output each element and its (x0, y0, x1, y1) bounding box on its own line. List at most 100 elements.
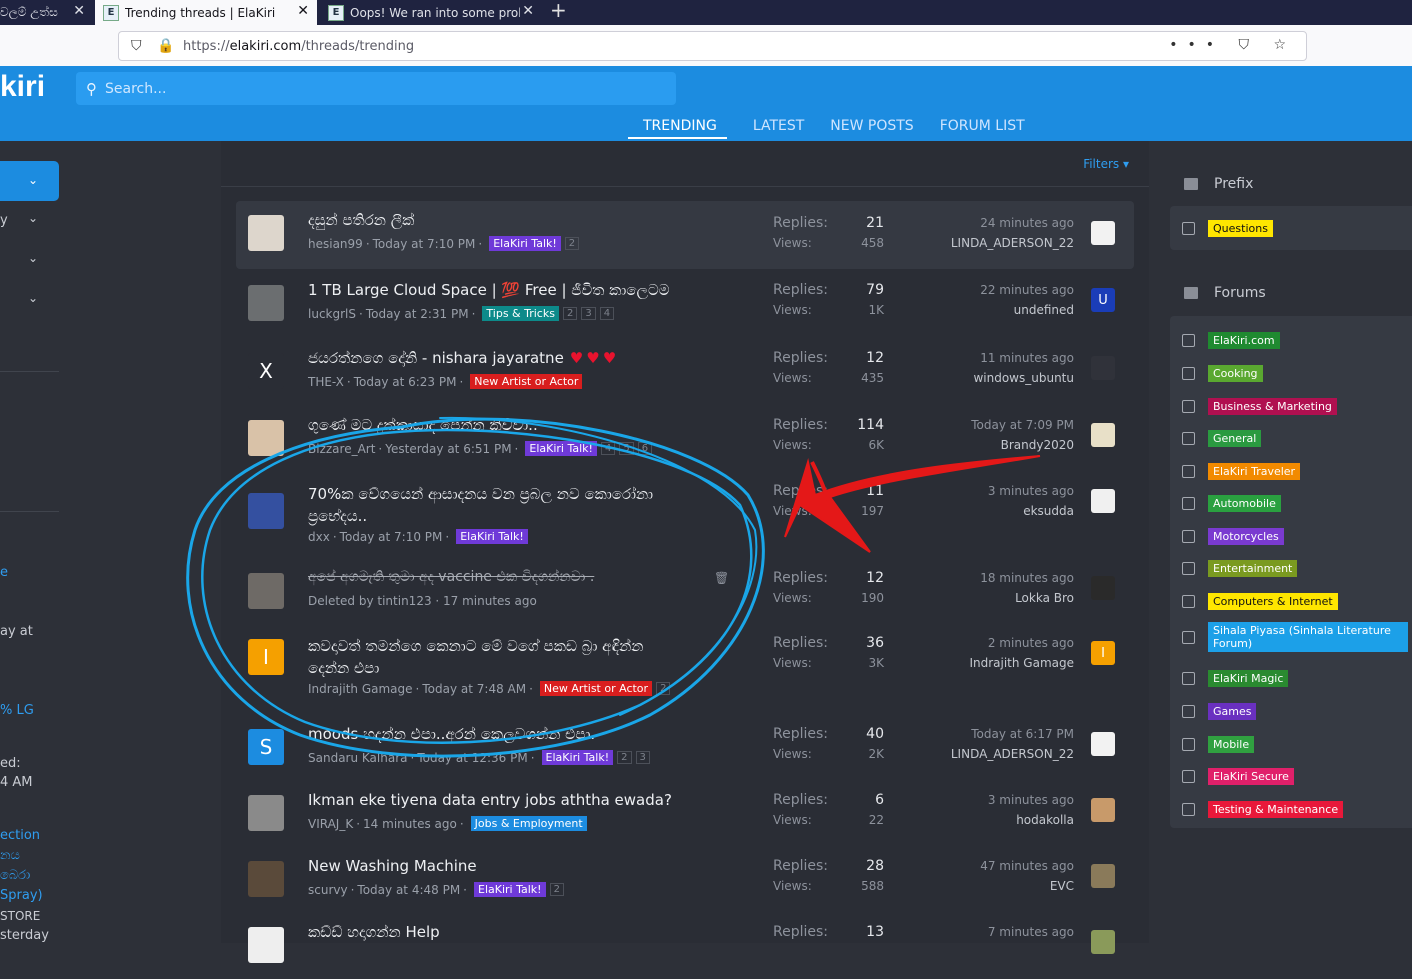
forum-filter-item[interactable]: ElaKiri.com (1182, 332, 1280, 349)
thread-prefix-label[interactable]: Jobs & Employment (470, 816, 587, 831)
sidebar-active-item[interactable]: ⌄ (0, 161, 59, 201)
browser-tab-3[interactable]: E Oops! We ran into some proble ✕ (320, 0, 542, 25)
checkbox[interactable] (1182, 672, 1195, 685)
thread-title[interactable]: moods හදන්න එපා..අරන් කෙලවගන්න එපා. (308, 725, 595, 743)
site-logo[interactable]: kiri (0, 70, 45, 104)
checkbox[interactable] (1182, 497, 1195, 510)
close-icon[interactable]: ✕ (297, 3, 309, 19)
checkbox[interactable] (1182, 562, 1195, 575)
last-post-time[interactable]: 2 minutes ago (936, 636, 1074, 650)
last-post-time[interactable]: Today at 6:17 PM (936, 727, 1074, 741)
search-input[interactable]: ⚲ Search... (76, 72, 676, 105)
url-bar[interactable]: ⛉ 🔒 https://elakiri.com/threads/trending… (118, 31, 1307, 61)
checkbox[interactable] (1182, 770, 1195, 783)
checkbox[interactable] (1182, 595, 1195, 608)
avatar[interactable] (248, 215, 284, 251)
thread-author[interactable]: dxx (308, 530, 330, 544)
last-poster-avatar[interactable] (1091, 798, 1115, 822)
browser-tab-1[interactable]: වලම් උත්ස ✕ (0, 0, 93, 25)
thread-prefix-label[interactable]: ElaKiri Talk! (456, 529, 528, 544)
page-link[interactable]: 6 (637, 442, 653, 455)
last-post-time[interactable]: 3 minutes ago (936, 793, 1074, 807)
forum-filter-item[interactable]: ElaKiri Traveler (1182, 463, 1301, 480)
filters-button[interactable]: Filters ▾ (1083, 157, 1129, 171)
last-poster-avatar[interactable] (1091, 356, 1115, 380)
last-poster-avatar[interactable] (1091, 930, 1115, 954)
last-poster-avatar[interactable]: U (1091, 288, 1115, 312)
table-row[interactable]: අපේ අගමැති තුමා අද vaccine එක විදගන්නවා … (236, 559, 1134, 625)
avatar[interactable] (248, 285, 284, 321)
table-row[interactable]: Smoods හදන්න එපා..අරන් කෙලවගන්න එපා. Sand… (236, 715, 1134, 781)
table-row[interactable]: I කවදාවත් තමන්ගෙ කෙනාට මේ වගේ පකඩ බ්‍රා අ… (236, 625, 1134, 709)
chevron-down-icon[interactable]: ⌄ (28, 251, 38, 265)
table-row[interactable]: New Washing Machine scurvy · Today at 4:48 … (236, 847, 1134, 913)
page-link[interactable]: 2 (564, 237, 580, 250)
thread-title[interactable]: New Washing Machine (308, 857, 477, 875)
chevron-down-icon[interactable]: ⌄ (28, 291, 38, 305)
sidebar-link[interactable]: ection (0, 828, 40, 843)
last-post-time[interactable]: 3 minutes ago (936, 484, 1074, 498)
checkbox[interactable] (1182, 432, 1195, 445)
checkbox[interactable] (1182, 222, 1195, 235)
chevron-down-icon[interactable]: ⌄ (28, 211, 38, 225)
page-link[interactable]: 3 (581, 307, 596, 320)
table-row[interactable]: කඩ්ඩ් හදාගන්න Help Replies: 13 7 minutes ag… (236, 913, 1134, 979)
last-post-user[interactable]: LINDA_ADERSON_22 (936, 747, 1074, 761)
thread-prefix-label[interactable]: New Artist or Actor (470, 374, 583, 389)
last-post-user[interactable]: windows_ubuntu (936, 371, 1074, 385)
last-poster-avatar[interactable] (1091, 489, 1115, 513)
page-link[interactable]: 3 (635, 751, 650, 764)
thread-title-line2[interactable]: ප්‍රභේදය.. (308, 507, 367, 525)
avatar[interactable]: I (248, 639, 284, 675)
last-poster-avatar[interactable] (1091, 423, 1115, 447)
avatar[interactable] (248, 795, 284, 831)
last-poster-avatar[interactable] (1091, 221, 1115, 245)
forum-filter-item[interactable]: Entertainment (1182, 560, 1298, 577)
last-post-time[interactable]: 47 minutes ago (936, 859, 1074, 873)
checkbox[interactable] (1182, 334, 1195, 347)
thread-prefix-label[interactable]: ElaKiri Talk! (489, 236, 561, 251)
thread-title[interactable]: 1 TB Large Cloud Space | 💯 Free | ජීවිත … (308, 281, 670, 299)
page-link[interactable]: 4 (600, 442, 616, 455)
last-post-user[interactable]: hodakolla (936, 813, 1074, 827)
last-post-user[interactable]: eksudda (936, 504, 1074, 518)
new-tab-button[interactable]: + (550, 0, 567, 22)
last-post-time[interactable]: 22 minutes ago (936, 283, 1074, 297)
forum-filter-item[interactable]: General (1182, 430, 1262, 447)
page-link[interactable]: 2 (656, 682, 671, 695)
last-post-time[interactable]: 24 minutes ago (936, 216, 1074, 230)
last-poster-avatar[interactable] (1091, 732, 1115, 756)
table-row[interactable]: Ikman eke tiyena data entry jobs aththa … (236, 781, 1134, 847)
page-link[interactable]: 2 (617, 751, 632, 764)
checkbox[interactable] (1182, 465, 1195, 478)
tab-latest[interactable]: LATEST (753, 118, 804, 139)
avatar[interactable] (248, 861, 284, 897)
last-post-user[interactable]: EVC (936, 879, 1074, 893)
avatar[interactable] (248, 573, 284, 609)
page-actions-icon[interactable]: ••• ⛉ ☆ (1169, 37, 1296, 53)
sidebar-link[interactable]: බෙරා (0, 868, 30, 883)
thread-author[interactable]: Sandaru Kalhara (308, 751, 408, 765)
table-row[interactable]: 1 TB Large Cloud Space | 💯 Free | ජීවිත … (236, 271, 1134, 337)
last-poster-avatar[interactable] (1091, 576, 1115, 600)
last-post-time[interactable]: Today at 7:09 PM (936, 418, 1074, 432)
forum-filter-item[interactable]: Sihala Piyasa (Sinhala Literature Forum) (1182, 622, 1408, 652)
avatar[interactable] (248, 420, 284, 456)
table-row[interactable]: දසුන් පතිරන ලීක් hesian99 · Today at 7:10 P… (236, 201, 1134, 269)
thread-prefix-label[interactable]: ElaKiri Talk! (541, 750, 614, 765)
sidebar-link[interactable]: e (0, 565, 8, 580)
thread-title-line2[interactable]: දෙන්න එපා (308, 659, 379, 677)
avatar[interactable] (248, 927, 284, 963)
checkbox[interactable] (1182, 367, 1195, 380)
forum-filter-item[interactable]: Motorcycles (1182, 528, 1284, 545)
thread-author[interactable]: THE-X (308, 375, 344, 389)
forum-filter-item[interactable]: Testing & Maintenance (1182, 801, 1344, 818)
forum-filter-item[interactable]: Business & Marketing (1182, 398, 1337, 415)
forum-filter-item[interactable]: Mobile (1182, 736, 1255, 753)
page-link[interactable]: 2 (562, 307, 578, 320)
thread-title[interactable]: 70%ක වේගයෙන් ආසාදනය වන ප්‍රබල නව කොරෝනා (308, 485, 653, 503)
page-link[interactable]: 5 (619, 442, 634, 455)
forum-filter-item[interactable]: ElaKiri Magic (1182, 670, 1289, 687)
last-post-user[interactable]: Indrajith Gamage (936, 656, 1074, 670)
checkbox[interactable] (1182, 803, 1195, 816)
